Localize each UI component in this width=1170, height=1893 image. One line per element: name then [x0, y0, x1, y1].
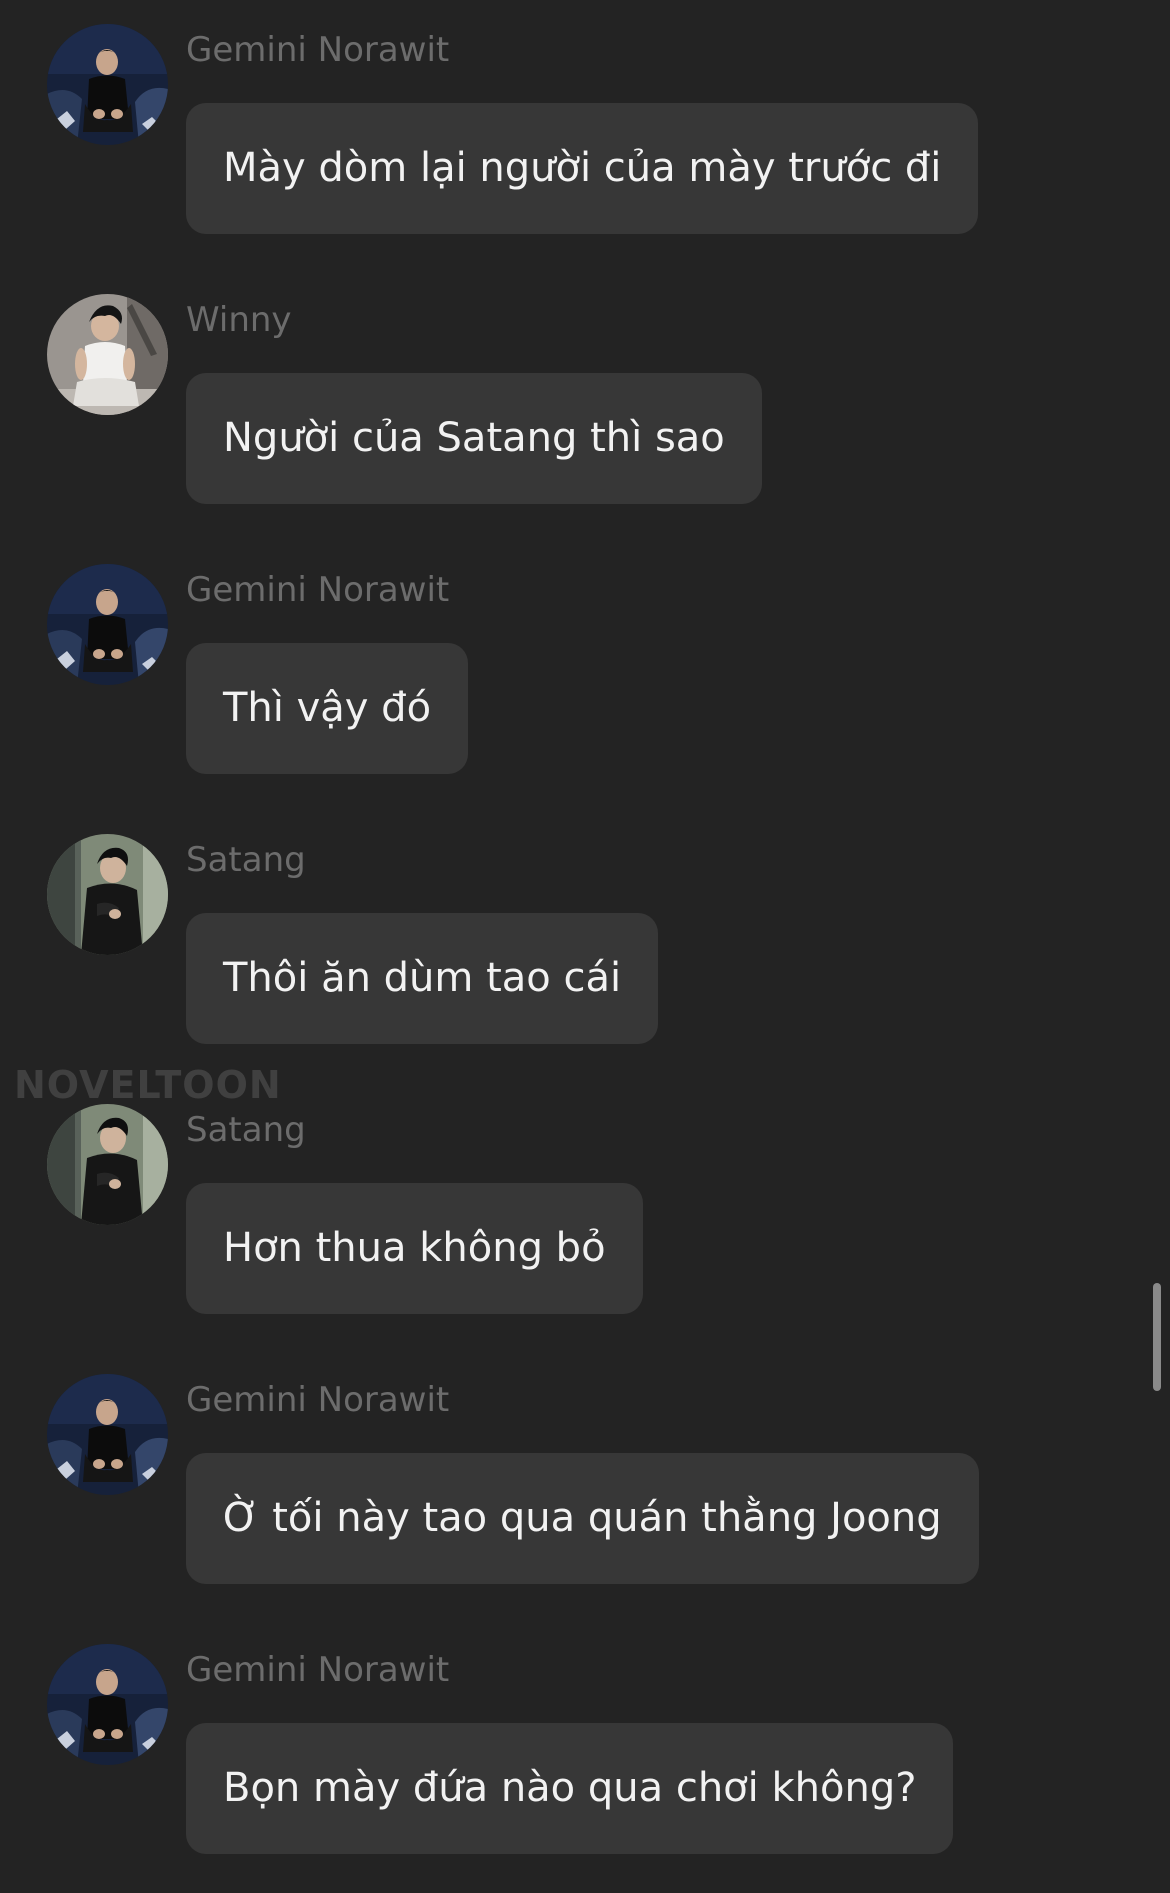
message-item: Gemini Norawit Mày dòm lại người của mày… — [0, 0, 1150, 234]
avatar[interactable] — [47, 24, 168, 145]
sender-name: Satang — [186, 1110, 306, 1150]
message-bubble[interactable]: Mày dòm lại người của mày trước đi — [186, 103, 979, 234]
message-item: Satang Hơn thua không bỏ — [0, 1080, 1150, 1314]
message-bubble[interactable]: Ờ tối này tao qua quán thằng Joong — [186, 1453, 979, 1584]
avatar[interactable] — [47, 564, 168, 685]
message-bubble[interactable]: Thôi ăn dùm tao cái — [186, 913, 659, 1044]
avatar[interactable] — [47, 1374, 168, 1495]
message-bubble[interactable]: Hơn thua không bỏ — [186, 1183, 643, 1314]
message-item: Gemini Norawit Thì vậy đó — [0, 540, 1150, 774]
message-item: Winny Người của Satang thì sao — [0, 270, 1150, 504]
avatar[interactable] — [47, 834, 168, 955]
message-item: Gemini Norawit Bọn mày đứa nào qua chơi … — [0, 1620, 1150, 1854]
sender-name: Gemini Norawit — [186, 30, 450, 70]
message-bubble[interactable]: Thì vậy đó — [186, 643, 469, 774]
message-item: Gemini Norawit Ờ tối này tao qua quán th… — [0, 1350, 1150, 1584]
message-bubble[interactable]: Bọn mày đứa nào qua chơi không? — [186, 1723, 954, 1854]
message-item: Satang Thôi ăn dùm tao cái — [0, 810, 1150, 1044]
avatar[interactable] — [47, 1104, 168, 1225]
sender-name: Winny — [186, 300, 292, 340]
sender-name: Gemini Norawit — [186, 1380, 450, 1420]
scrollbar-thumb[interactable] — [1153, 1283, 1161, 1391]
sender-name: Satang — [186, 840, 306, 880]
avatar[interactable] — [47, 1644, 168, 1765]
chat-thread: Gemini Norawit Mày dòm lại người của mày… — [0, 0, 1170, 1893]
sender-name: Gemini Norawit — [186, 1650, 450, 1690]
message-bubble[interactable]: Người của Satang thì sao — [186, 373, 762, 504]
watermark: NOVELTOON — [14, 1063, 282, 1107]
sender-name: Gemini Norawit — [186, 570, 450, 610]
avatar[interactable] — [47, 294, 168, 415]
